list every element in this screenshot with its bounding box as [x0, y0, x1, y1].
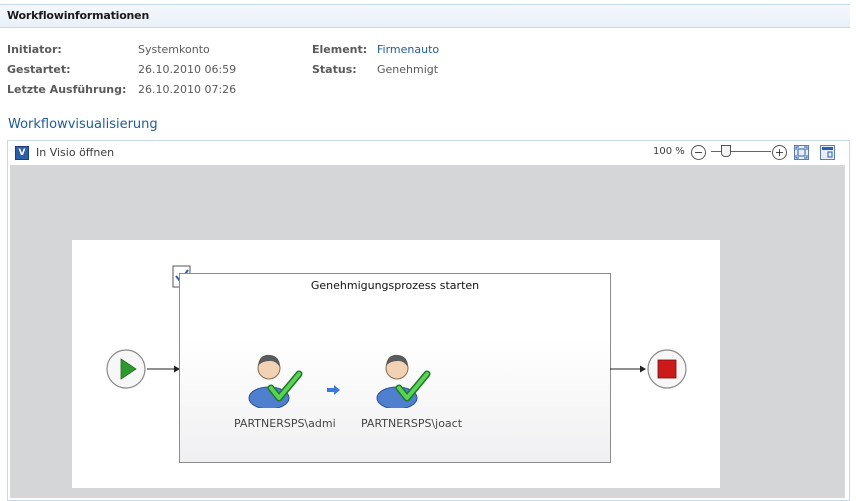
diagram-canvas: Genehmigungsprozess starten PARTNERSPS\a… [10, 165, 845, 498]
visio-icon[interactable]: V [15, 146, 29, 160]
connector-arrow-end [610, 365, 646, 373]
stage-title: Genehmigungsprozess starten [310, 279, 480, 292]
status-label: Status: [312, 63, 357, 76]
approver-label-1: PARTNERSPS\admi [234, 417, 336, 430]
approver-user-icon-1 [248, 354, 303, 408]
initiator-label: Initiator: [7, 43, 62, 56]
status-value: Genehmigt [377, 63, 439, 76]
initiator-value: Systemkonto [138, 43, 210, 56]
full-page-icon[interactable] [820, 145, 835, 160]
approver-user-icon-2 [376, 354, 431, 408]
approval-stage[interactable]: Genehmigungsprozess starten PARTNERSPS\a… [179, 273, 611, 463]
header-title: Workflowinformationen [7, 9, 150, 22]
zoom-slider-track[interactable] [711, 151, 771, 152]
visualization-title: Workflowvisualisierung [8, 117, 158, 132]
zoom-out-icon[interactable]: − [691, 145, 706, 160]
element-link[interactable]: Firmenauto [377, 43, 439, 56]
diagram-page: Genehmigungsprozess starten PARTNERSPS\a… [72, 240, 720, 488]
fit-to-window-icon[interactable] [794, 145, 809, 160]
started-value: 26.10.2010 06:59 [138, 63, 237, 76]
approver-label-2: PARTNERSPS\joact [361, 417, 463, 430]
connector-arrow-start [147, 365, 180, 373]
workflow-visualization-panel: V In Visio öffnen 100 % − + Genehmigungs… [7, 140, 850, 501]
last-run-label: Letzte Ausführung: [7, 83, 127, 96]
zoom-in-icon[interactable]: + [772, 145, 787, 160]
last-run-value: 26.10.2010 07:26 [138, 83, 237, 96]
visualization-toolbar: V In Visio öffnen 100 % − + [8, 141, 849, 164]
started-label: Gestartet: [7, 63, 71, 76]
element-label: Element: [312, 43, 368, 56]
zoom-slider-thumb[interactable] [721, 145, 731, 157]
sequence-arrow-icon [327, 385, 340, 395]
workflow-info-header: Workflowinformationen [0, 4, 850, 28]
zoom-level: 100 % [653, 146, 685, 157]
end-node-icon [647, 349, 687, 389]
start-node-icon [106, 349, 146, 389]
open-in-visio-link[interactable]: In Visio öffnen [36, 146, 114, 159]
